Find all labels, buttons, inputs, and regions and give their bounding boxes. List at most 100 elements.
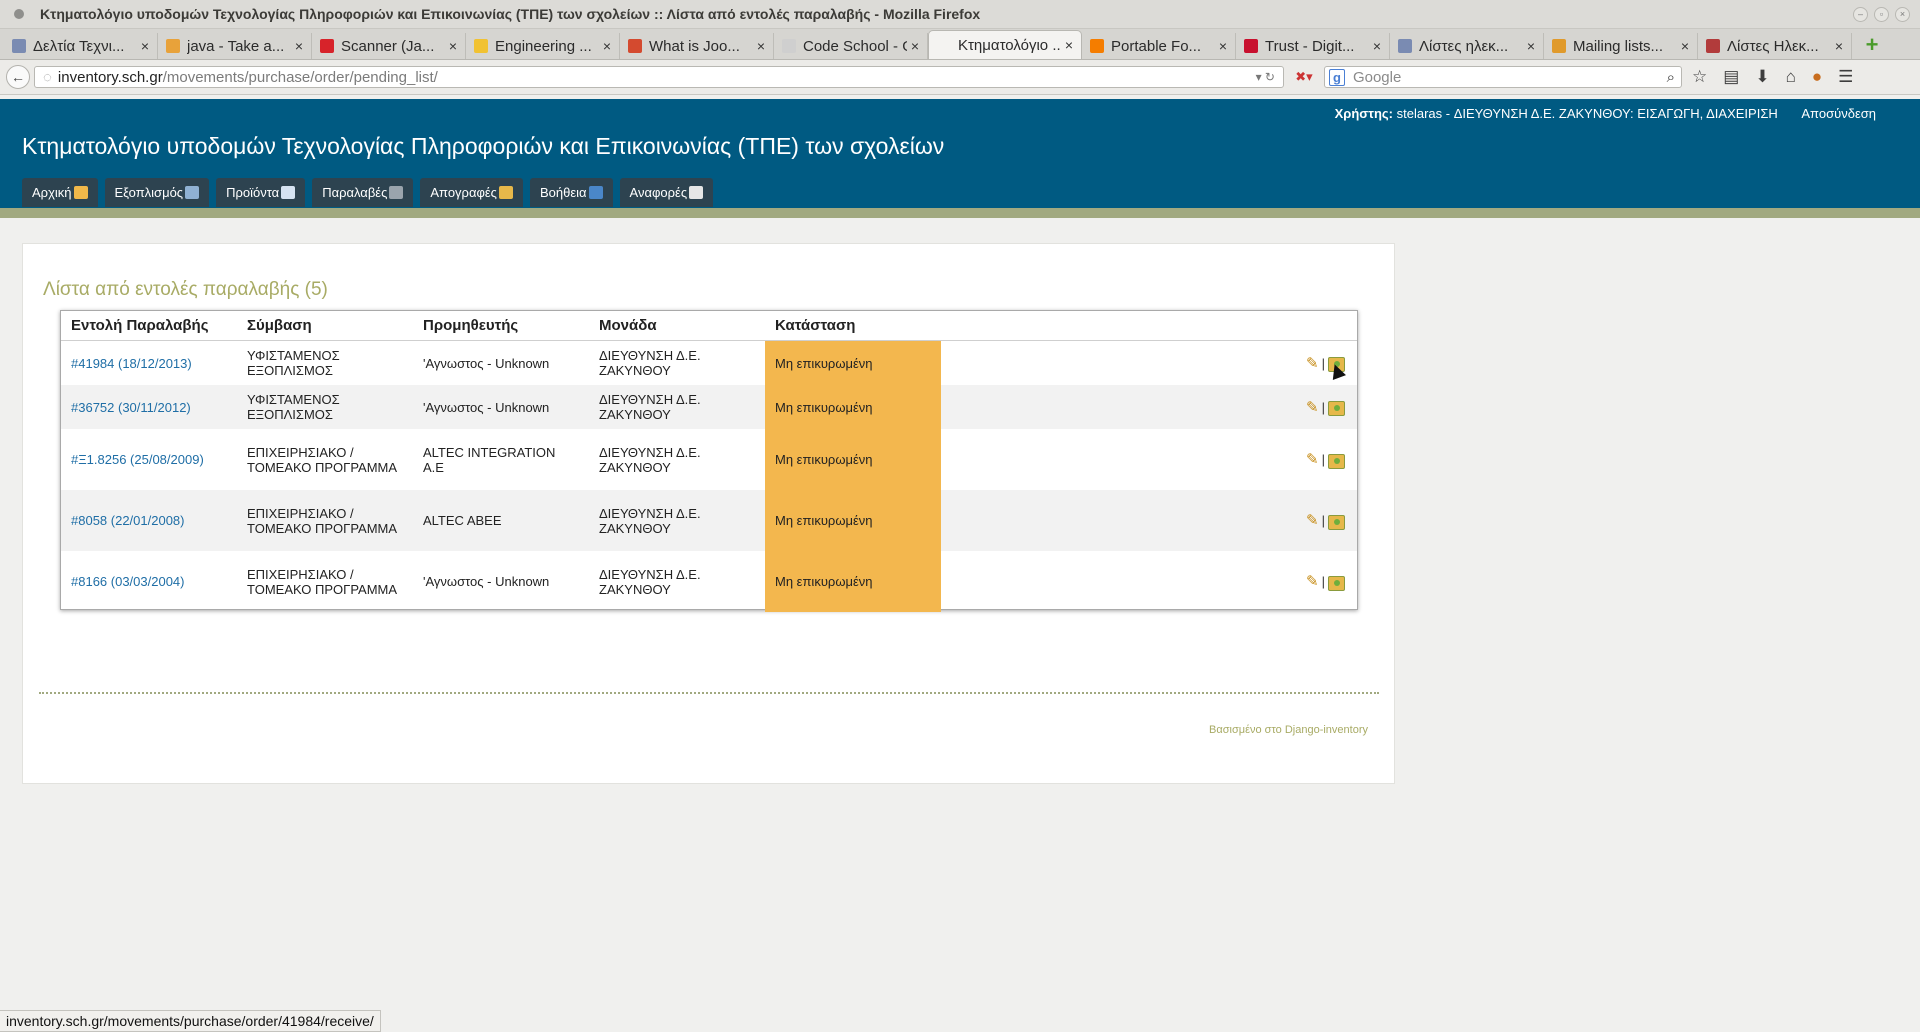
tab-close-icon[interactable]: × <box>449 38 457 54</box>
reading-list-icon[interactable]: ▤ <box>1723 67 1739 87</box>
tab-label: Engineering ... <box>495 37 592 55</box>
maximize-icon[interactable]: ▫ <box>1874 7 1889 22</box>
status-cell: Μη επικυρωμένη <box>765 340 941 385</box>
menu-item-label: Αναφορές <box>629 185 688 200</box>
tab-close-icon[interactable]: × <box>1527 38 1535 54</box>
addon-circle-icon[interactable]: ● <box>1812 67 1822 87</box>
addon-icon[interactable]: ✖▾ <box>1284 69 1324 85</box>
tab-label: Mailing lists... <box>1573 37 1664 55</box>
tab-label: Portable Fo... <box>1111 37 1202 55</box>
truck-icon <box>389 186 404 199</box>
contract-cell: ΕΠΙΧΕΙΡΗΣΙΑΚΟ / ΤΟΜΕΑΚΟ ΠΡΟΓΡΑΜΜΑ <box>237 490 413 551</box>
browser-tab[interactable]: Code School - G...× <box>774 33 928 59</box>
edit-pencil-icon[interactable]: ✎ <box>1306 399 1319 416</box>
tab-label: Λίστες Ηλεκ... <box>1727 37 1819 55</box>
browser-tab[interactable]: Λίστες ηλεκ... × <box>1390 33 1544 59</box>
window-menu-dot[interactable] <box>14 9 24 19</box>
tab-label: Δελτία Τεχνι... <box>33 37 125 55</box>
menu-icon[interactable]: ☰ <box>1838 67 1853 87</box>
menu-item[interactable]: Αναφορές <box>619 178 714 207</box>
browser-tab[interactable]: Portable Fo... × <box>1082 33 1236 59</box>
browser-tab[interactable]: Κτηματολόγιο ... × <box>928 30 1082 59</box>
menu-item[interactable]: Απογραφές <box>420 178 523 207</box>
site-header: Χρήστης: stelaras - ΔΙΕΥΘΥΝΣΗ Δ.Ε. ΖΑΚΥΝ… <box>0 99 1920 208</box>
tab-close-icon[interactable]: × <box>603 38 611 54</box>
browser-tab[interactable]: Λίστες Ηλεκ... × <box>1698 33 1852 59</box>
order-link[interactable]: #8058 (22/01/2008) <box>71 513 184 528</box>
user-label: Χρήστης: <box>1334 106 1394 121</box>
receive-box-icon[interactable] <box>1328 453 1345 469</box>
edit-pencil-icon[interactable]: ✎ <box>1306 512 1319 529</box>
tab-favicon-icon <box>12 39 26 53</box>
browser-tab[interactable]: Trust - Digit... × <box>1236 33 1390 59</box>
tab-label: Κτηματολόγιο ... <box>958 36 1061 54</box>
order-link[interactable]: #36752 (30/11/2012) <box>71 400 191 415</box>
report-icon <box>689 186 704 199</box>
window-titlebar: Κτηματολόγιο υποδομών Τεχνολογίας Πληροφ… <box>0 0 1920 29</box>
edit-pencil-icon[interactable]: ✎ <box>1306 573 1319 590</box>
user-value: stelaras - ΔΙΕΥΘΥΝΣΗ Δ.Ε. ΖΑΚΥΝΘΟΥ: ΕΙΣΑ… <box>1396 106 1778 121</box>
tab-label: Code School - G... <box>803 37 907 55</box>
receive-box-icon[interactable] <box>1328 401 1345 417</box>
bookmark-star-icon[interactable]: ☆ <box>1692 67 1707 87</box>
back-arrow-icon: ← <box>11 69 25 85</box>
tab-close-icon[interactable]: × <box>757 38 765 54</box>
order-link[interactable]: #8166 (03/03/2004) <box>71 574 184 589</box>
column-header: Κατάσταση <box>765 311 941 341</box>
new-tab-plus-icon[interactable]: + <box>1860 32 1884 57</box>
tab-close-icon[interactable]: × <box>1835 38 1843 54</box>
edit-pencil-icon[interactable]: ✎ <box>1306 355 1319 372</box>
actions-cell: ✎ | <box>941 341 1357 386</box>
tab-favicon-icon <box>937 38 951 52</box>
search-bar[interactable]: g Google ⌕ <box>1324 66 1682 88</box>
search-icon[interactable]: ⌕ <box>1667 69 1675 86</box>
tab-close-icon[interactable]: × <box>1681 38 1689 54</box>
logout-link[interactable]: Αποσύνδεση <box>1801 106 1876 121</box>
tab-close-icon[interactable]: × <box>141 38 149 54</box>
menu-item[interactable]: Προϊόντα <box>216 178 306 207</box>
receive-box-icon[interactable] <box>1328 514 1345 530</box>
footer-credit[interactable]: Βασισμένο στο Django-inventory <box>1209 724 1368 736</box>
browser-tab[interactable]: Δελτία Τεχνι... × <box>4 33 158 59</box>
menu-item[interactable]: Εξοπλισμός <box>104 178 210 207</box>
column-header: Προμηθευτής <box>413 311 589 341</box>
browser-tab[interactable]: java - Take a... × <box>158 33 312 59</box>
order-link[interactable]: #41984 (18/12/2013) <box>71 356 192 371</box>
search-engine-icon[interactable]: g <box>1329 68 1345 86</box>
site-title: Κτηματολόγιο υποδομών Τεχνολογίας Πληροφ… <box>22 133 945 159</box>
menu-item-label: Αρχική <box>32 185 72 200</box>
back-button[interactable]: ← <box>6 65 30 89</box>
tab-close-icon[interactable]: × <box>1065 37 1073 53</box>
tab-favicon-icon <box>628 39 642 53</box>
browser-tab[interactable]: Mailing lists... × <box>1544 33 1698 59</box>
column-header: Μονάδα <box>589 311 765 341</box>
edit-pencil-icon[interactable]: ✎ <box>1306 451 1319 468</box>
tab-close-icon[interactable]: × <box>1219 38 1227 54</box>
browser-tab[interactable]: Engineering ... × <box>466 33 620 59</box>
receive-box-icon[interactable] <box>1328 575 1345 591</box>
order-link[interactable]: #Ξ1.8256 (25/08/2009) <box>71 452 204 467</box>
home-icon <box>73 186 88 199</box>
unit-cell: ΔΙΕΥΘΥΝΣΗ Δ.Ε. ΖΑΚΥΝΘΟΥ <box>599 566 701 597</box>
reload-icon[interactable]: ▾ ↻ <box>1256 70 1275 84</box>
action-separator: | <box>1321 574 1325 590</box>
tab-close-icon[interactable]: × <box>911 38 919 54</box>
menu-item-label: Εξοπλισμός <box>114 185 184 200</box>
minimize-icon[interactable]: – <box>1853 7 1868 22</box>
download-icon[interactable]: ⬇ <box>1755 67 1769 87</box>
order-cell: #36752 (30/11/2012) <box>61 385 237 429</box>
search-input[interactable]: Google <box>1353 69 1401 86</box>
menu-item[interactable]: Βοήθεια <box>529 178 613 207</box>
close-window-icon[interactable]: × <box>1895 7 1910 22</box>
url-bar[interactable]: ◌ inventory.sch.gr/movements/purchase/or… <box>34 66 1284 88</box>
menu-item[interactable]: Αρχική <box>22 178 98 207</box>
supplier-cell: 'Αγνωστος - Unknown <box>423 574 550 589</box>
tab-close-icon[interactable]: × <box>295 38 303 54</box>
menu-item[interactable]: Παραλαβές <box>312 178 414 207</box>
browser-tab[interactable]: Scanner (Ja... × <box>312 33 466 59</box>
site-identity-icon[interactable]: ◌ <box>43 69 52 86</box>
browser-tab[interactable]: What is Joo... × <box>620 33 774 59</box>
home-icon[interactable]: ⌂ <box>1786 67 1796 87</box>
order-cell: #8058 (22/01/2008) <box>61 490 237 551</box>
tab-close-icon[interactable]: × <box>1373 38 1381 54</box>
